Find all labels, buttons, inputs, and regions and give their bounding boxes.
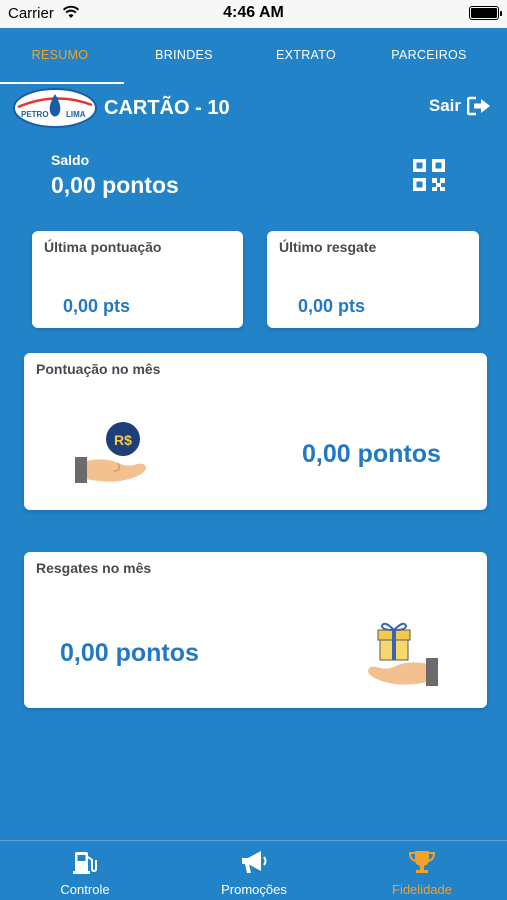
last-points-value: 0,00 pts: [63, 296, 131, 316]
battery-tip: [500, 11, 502, 16]
tab-extrato[interactable]: EXTRATO: [246, 48, 366, 62]
top-tab-bar: RESUMO BRINDES EXTRATO PARCEIROS: [0, 28, 507, 84]
logout-icon: [467, 96, 490, 116]
megaphone-icon: [242, 851, 267, 873]
logo-text-left: PETRO: [21, 110, 49, 119]
monthly-redeems-card: Resgates no mês 0,00 pontos: [24, 552, 487, 708]
nav-controle[interactable]: Controle: [25, 849, 145, 897]
monthly-points-card: Pontuação no mês R$ 0,00 pontos: [24, 353, 487, 510]
tab-brindes[interactable]: BRINDES: [124, 48, 244, 62]
last-redeem-label: Último resgate: [279, 239, 377, 255]
active-tab-indicator: [0, 82, 124, 84]
nav-promocoes-label: Promoções: [221, 882, 287, 897]
petrolima-logo: PETRO LIMA: [13, 88, 97, 128]
monthly-points-value: 0,00 pontos: [302, 440, 441, 468]
last-points-label: Última pontuação: [44, 239, 162, 255]
logout-label: Sair: [428, 96, 461, 115]
hand-gift-icon: [368, 622, 438, 686]
monthly-redeems-label: Resgates no mês: [36, 560, 152, 576]
hand-money-icon: R$: [75, 422, 146, 483]
tab-parceiros[interactable]: PARCEIROS: [369, 48, 489, 62]
qr-code-icon[interactable]: [412, 158, 446, 192]
balance-value: 0,00 pontos: [51, 172, 179, 198]
battery-icon: [469, 6, 499, 20]
nav-fidelidade[interactable]: Fidelidade: [362, 849, 482, 897]
monthly-redeems-value: 0,00 pontos: [60, 639, 199, 667]
last-redeem-value: 0,00 pts: [298, 296, 366, 316]
status-bar: Carrier 4:46 AM: [0, 0, 507, 28]
logout-button[interactable]: Sair: [429, 96, 491, 116]
nav-controle-label: Controle: [60, 882, 110, 897]
bottom-nav: Controle Promoções Fidelidade: [0, 840, 507, 900]
clock: 4:46 AM: [223, 4, 284, 21]
last-redeem-card: Último resgate 0,00 pts: [267, 231, 479, 328]
monthly-points-label: Pontuação no mês: [36, 361, 161, 377]
last-points-card: Última pontuação 0,00 pts: [32, 231, 243, 328]
tab-resumo[interactable]: RESUMO: [0, 48, 120, 62]
logo-text-right: LIMA: [66, 110, 86, 119]
balance-label: Saldo: [51, 152, 90, 168]
coin-text: R$: [114, 432, 132, 448]
nav-promocoes[interactable]: Promoções: [194, 849, 314, 897]
nav-fidelidade-label: Fidelidade: [392, 882, 452, 897]
trophy-icon: [408, 851, 436, 873]
card-title: CARTÃO - 10: [104, 97, 230, 119]
fuel-pump-icon: [73, 852, 97, 874]
